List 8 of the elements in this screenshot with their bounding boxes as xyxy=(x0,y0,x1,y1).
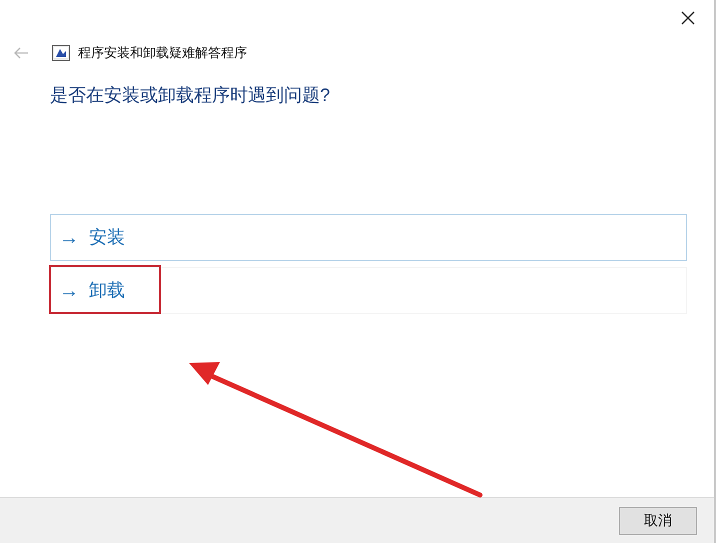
window-title: 程序安装和卸载疑难解答程序 xyxy=(78,44,247,62)
cancel-button[interactable]: 取消 xyxy=(619,506,697,534)
option-link[interactable]: → 卸载 xyxy=(50,267,687,314)
program-icon xyxy=(52,45,70,61)
option-link[interactable]: → 安装 xyxy=(50,214,687,261)
back-arrow-icon xyxy=(13,47,29,59)
close-icon xyxy=(680,10,696,26)
heading: 是否在安装或卸载程序时遇到问题? xyxy=(49,84,332,107)
